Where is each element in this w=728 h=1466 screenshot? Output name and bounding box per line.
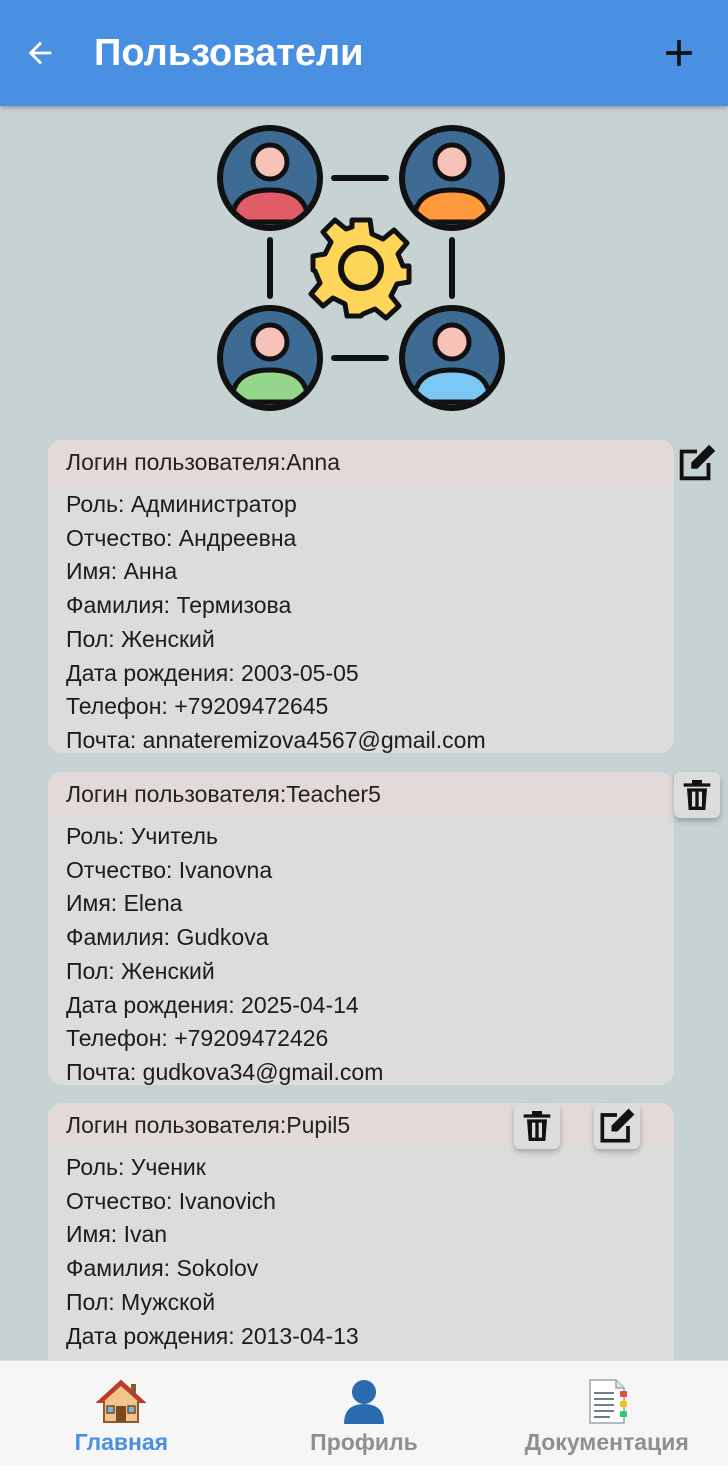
email-value: gudkova34@gmail.com	[142, 1058, 384, 1085]
patronymic-field: Отчество: Андреевна	[66, 524, 297, 551]
patronymic-value: Ivanovich	[178, 1187, 276, 1214]
birth-date-value: 2025-04-14	[241, 991, 359, 1018]
gender-field: Пол: Женский	[66, 957, 215, 984]
user-card-header: Логин пользователя: Pupil5	[48, 1103, 674, 1147]
role-value: Администратор	[130, 491, 297, 517]
birth-date-value: 2013-04-13	[241, 1322, 359, 1349]
first-name-field: Имя: Анна	[66, 558, 178, 585]
birth-date-field: Дата рождения: 2003-05-05	[66, 659, 359, 686]
role-field: Роль: Учитель	[66, 823, 218, 849]
login-value: Anna	[286, 448, 340, 475]
users-network-gear-icon	[214, 122, 508, 414]
birth-date-field: Дата рождения: 2025-04-14	[66, 991, 359, 1018]
first-name-field: Имя: Elena	[66, 890, 183, 917]
patronymic-value: Андреевна	[178, 524, 297, 551]
user-card[interactable]: Логин пользователя: Anna Роль: Администр…	[48, 440, 674, 753]
delete-user-button[interactable]	[674, 772, 720, 818]
app-bar: Пользователи	[0, 0, 728, 106]
edit-icon	[600, 1108, 635, 1143]
birth-date-field: Дата рождения: 2013-04-13	[66, 1322, 359, 1349]
plus-icon	[666, 40, 692, 66]
edit-icon	[679, 444, 716, 481]
email-field: Почта: gudkova34@gmail.com	[66, 1058, 384, 1085]
login-label: Логин пользователя:	[66, 448, 287, 475]
nav-label-documentation: Документация	[524, 1429, 689, 1455]
gender-field: Пол: Мужской	[66, 1288, 216, 1315]
gender-value: Женский	[121, 957, 215, 984]
patronymic-field: Отчество: Ivanovich	[66, 1187, 276, 1214]
trash-icon	[683, 780, 711, 810]
phone-value: +79209472645	[174, 693, 329, 720]
phone-value: +79209472426	[174, 1025, 329, 1052]
last-name-value: Термизова	[176, 592, 292, 619]
person-silhouette-icon	[338, 1377, 390, 1425]
nav-item-profile[interactable]: Профиль	[243, 1361, 486, 1466]
house-icon	[95, 1377, 147, 1425]
gender-value: Мужской	[121, 1288, 216, 1315]
users-screen: Пользователи Логин пользователя: Anna Ро…	[0, 0, 728, 1466]
role-field: Роль: Администратор	[66, 491, 297, 517]
nav-item-documentation[interactable]: Документация	[485, 1361, 728, 1466]
patronymic-value: Ivanovna	[178, 856, 273, 883]
birth-date-value: 2003-05-05	[241, 659, 359, 686]
login-label: Логин пользователя:	[66, 780, 287, 807]
phone-field: Телефон: +79209472645	[66, 693, 329, 720]
last-name-field: Фамилия: Gudkova	[66, 924, 269, 951]
first-name-value: Ivan	[123, 1221, 168, 1248]
nav-label-profile: Профиль	[310, 1429, 418, 1455]
role-value: Ученик	[130, 1154, 206, 1180]
user-card-header: Логин пользователя: Anna	[48, 440, 674, 484]
gender-field: Пол: Женский	[66, 625, 215, 652]
edit-user-button[interactable]	[594, 1103, 640, 1149]
patronymic-field: Отчество: Ivanovna	[66, 856, 273, 883]
login-value: Pupil5	[286, 1111, 351, 1138]
document-icon	[581, 1377, 633, 1425]
user-card[interactable]: Логин пользователя: Pupil5 Роль: Ученик …	[48, 1103, 674, 1403]
user-card-header: Логин пользователя: Teacher5	[48, 772, 674, 816]
email-field: Почта: annateremizova4567@gmail.com	[66, 726, 486, 753]
arrow-left-icon	[28, 41, 52, 65]
last-name-value: Gudkova	[176, 924, 269, 951]
first-name-value: Elena	[123, 890, 183, 917]
phone-field: Телефон: +79209472426	[66, 1025, 329, 1052]
first-name-field: Имя: Ivan	[66, 1221, 168, 1248]
last-name-field: Фамилия: Термизова	[66, 592, 292, 619]
login-value: Teacher5	[286, 780, 381, 807]
login-label: Логин пользователя:	[66, 1111, 287, 1138]
edit-user-button[interactable]	[674, 440, 720, 486]
last-name-field: Фамилия: Sokolov	[66, 1255, 259, 1282]
user-card[interactable]: Логин пользователя: Teacher5 Роль: Учите…	[48, 772, 674, 1085]
gender-value: Женский	[121, 625, 215, 652]
nav-label-home: Главная	[74, 1429, 169, 1455]
back-button[interactable]	[16, 29, 64, 77]
page-title: Пользователи	[94, 32, 364, 74]
first-name-value: Анна	[123, 558, 178, 585]
add-user-button[interactable]	[652, 26, 706, 80]
bottom-navigation: Главная Профиль Документация	[0, 1360, 728, 1466]
role-value: Учитель	[130, 823, 218, 849]
nav-item-home[interactable]: Главная	[0, 1361, 243, 1466]
email-value: annateremizova4567@gmail.com	[142, 726, 486, 753]
trash-icon	[523, 1111, 551, 1141]
delete-user-button[interactable]	[514, 1103, 560, 1149]
role-field: Роль: Ученик	[66, 1154, 206, 1180]
last-name-value: Sokolov	[176, 1255, 259, 1282]
